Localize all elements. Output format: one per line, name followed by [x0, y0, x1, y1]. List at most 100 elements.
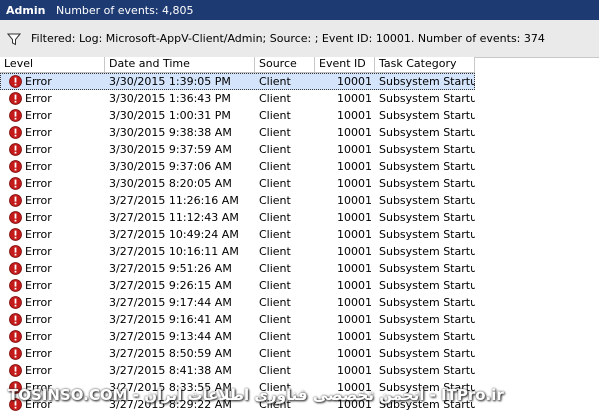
task-category-cell: Subsystem Startup: [379, 160, 475, 173]
error-icon: [9, 143, 22, 156]
event-id-cell: 10001: [337, 211, 372, 224]
task-category-cell: Subsystem Startup: [379, 109, 475, 122]
date-cell: 3/30/2015 1:36:43 PM: [109, 92, 231, 105]
source-cell: Client: [259, 211, 291, 224]
error-icon: [9, 92, 22, 105]
event-id-cell: 10001: [337, 279, 372, 292]
event-row[interactable]: Error 3/27/2015 9:13:44 AM Client 10001 Subs…: [0, 328, 599, 345]
task-category-cell: Subsystem Startup: [379, 143, 475, 156]
error-icon: [9, 177, 22, 190]
column-date-time[interactable]: Date and Time: [105, 57, 255, 72]
event-row[interactable]: Error 3/30/2015 1:36:43 PM Client 10001 Subs…: [0, 90, 599, 107]
date-cell: 3/27/2015 9:17:44 AM: [109, 296, 232, 309]
filter-bar: Filtered: Log: Microsoft-AppV-Client/Adm…: [0, 20, 599, 58]
event-list: Error 3/30/2015 1:39:05 PM Client 10001 Subs…: [0, 73, 599, 413]
level-text: Error: [25, 381, 52, 394]
level-cell: Error: [0, 260, 105, 277]
level-cell: Error: [0, 141, 105, 158]
event-row[interactable]: Error 3/30/2015 9:37:59 AM Client 10001 Subs…: [0, 141, 599, 158]
event-id-cell: 10001: [337, 126, 372, 139]
error-icon: [9, 109, 22, 122]
error-icon: [9, 313, 22, 326]
date-cell: 3/27/2015 10:49:24 AM: [109, 228, 239, 241]
error-icon: [9, 126, 22, 139]
event-row[interactable]: Error 3/27/2015 9:26:15 AM Client 10001 Subs…: [0, 277, 599, 294]
event-count: Number of events: 4,805: [56, 3, 194, 17]
level-text: Error: [25, 245, 52, 258]
level-text: Error: [25, 279, 52, 292]
filter-description: Filtered: Log: Microsoft-AppV-Client/Adm…: [31, 32, 545, 45]
task-category-cell: Subsystem Startup: [379, 381, 475, 394]
source-cell: Client: [259, 398, 291, 411]
date-cell: 3/27/2015 9:13:44 AM: [109, 330, 232, 343]
event-id-cell: 10001: [337, 398, 372, 411]
event-row[interactable]: Error 3/27/2015 8:29:22 AM Client 10001 Subs…: [0, 396, 599, 413]
column-level[interactable]: Level: [0, 57, 105, 72]
event-row[interactable]: Error 3/27/2015 9:17:44 AM Client 10001 Subs…: [0, 294, 599, 311]
event-row[interactable]: Error 3/27/2015 8:33:55 AM Client 10001 Subs…: [0, 379, 599, 396]
event-row[interactable]: Error 3/27/2015 10:16:11 AM Client 10001 Sub…: [0, 243, 599, 260]
column-source[interactable]: Source: [255, 57, 315, 72]
column-task-category[interactable]: Task Category: [375, 57, 475, 72]
error-icon: [9, 160, 22, 173]
task-category-cell: Subsystem Startup: [379, 228, 475, 241]
source-cell: Client: [259, 279, 291, 292]
date-cell: 3/30/2015 1:39:05 PM: [105, 73, 255, 90]
level-text: Error: [25, 347, 52, 360]
source-cell: Client: [259, 330, 291, 343]
event-row[interactable]: Error 3/27/2015 9:16:41 AM Client 10001 Subs…: [0, 311, 599, 328]
event-id-cell: 10001: [337, 92, 372, 105]
level-text: Error: [25, 262, 52, 275]
task-category-cell: Subsystem Startup: [379, 211, 475, 224]
source-cell: Client: [259, 177, 291, 190]
log-name: Admin: [6, 3, 46, 17]
error-icon: [9, 330, 22, 343]
error-icon: [9, 364, 22, 377]
event-row[interactable]: Error 3/27/2015 8:41:38 AM Client 10001 Subs…: [0, 362, 599, 379]
level-cell: Error: [0, 90, 105, 107]
date-cell: 3/27/2015 9:16:41 AM: [109, 313, 232, 326]
log-title-bar: Admin Number of events: 4,805: [0, 0, 599, 20]
event-row[interactable]: Error 3/30/2015 9:37:06 AM Client 10001 Subs…: [0, 158, 599, 175]
error-icon: [9, 279, 22, 292]
source-cell: Client: [259, 194, 291, 207]
level-cell: Error: [0, 328, 105, 345]
event-row[interactable]: Error 3/27/2015 11:12:43 AM Client 10001 Sub…: [0, 209, 599, 226]
level-text: Error: [25, 109, 52, 122]
event-row[interactable]: Error 3/30/2015 1:39:05 PM Client 10001 Subs…: [0, 73, 475, 90]
level-text: Error: [25, 211, 52, 224]
error-icon: [9, 228, 22, 241]
event-row[interactable]: Error 3/27/2015 8:50:59 AM Client 10001 Subs…: [0, 345, 599, 362]
event-row[interactable]: Error 3/27/2015 9:51:26 AM Client 10001 Subs…: [0, 260, 599, 277]
source-cell: Client: [255, 73, 315, 90]
level-text: Error: [25, 126, 52, 139]
task-category-cell: Subsystem Startup: [379, 296, 475, 309]
event-id-cell: 10001: [337, 109, 372, 122]
level-cell: Error: [0, 294, 105, 311]
event-id-cell: 10001: [315, 73, 375, 90]
event-id-cell: 10001: [337, 296, 372, 309]
task-category-cell: Subsystem Startup: [379, 126, 475, 139]
task-category-cell: Subsystem Startup: [379, 364, 475, 377]
date-cell: 3/27/2015 9:26:15 AM: [109, 279, 232, 292]
error-icon: [9, 381, 22, 394]
event-row[interactable]: Error 3/30/2015 1:00:31 PM Client 10001 Subs…: [0, 107, 599, 124]
column-event-id[interactable]: Event ID: [315, 57, 375, 72]
event-id-cell: 10001: [337, 177, 372, 190]
event-id-cell: 10001: [337, 228, 372, 241]
event-row[interactable]: Error 3/30/2015 8:20:05 AM Client 10001 Subs…: [0, 175, 599, 192]
event-row[interactable]: Error 3/27/2015 10:49:24 AM Client 10001 Sub…: [0, 226, 599, 243]
error-icon: [9, 75, 22, 88]
event-id-cell: 10001: [337, 245, 372, 258]
date-cell: 3/27/2015 8:50:59 AM: [109, 347, 232, 360]
level-text: Error: [25, 296, 52, 309]
event-row[interactable]: Error 3/27/2015 11:26:16 AM Client 10001 Sub…: [0, 192, 599, 209]
date-cell: 3/27/2015 11:26:16 AM: [109, 194, 239, 207]
level-text: Error: [25, 143, 52, 156]
event-row[interactable]: Error 3/30/2015 9:38:38 AM Client 10001 Subs…: [0, 124, 599, 141]
task-category-cell: Subsystem Startup: [379, 245, 475, 258]
event-id-cell: 10001: [337, 381, 372, 394]
level-cell: Error: [0, 243, 105, 260]
date-cell: 3/27/2015 10:16:11 AM: [109, 245, 239, 258]
error-icon: [9, 194, 22, 207]
